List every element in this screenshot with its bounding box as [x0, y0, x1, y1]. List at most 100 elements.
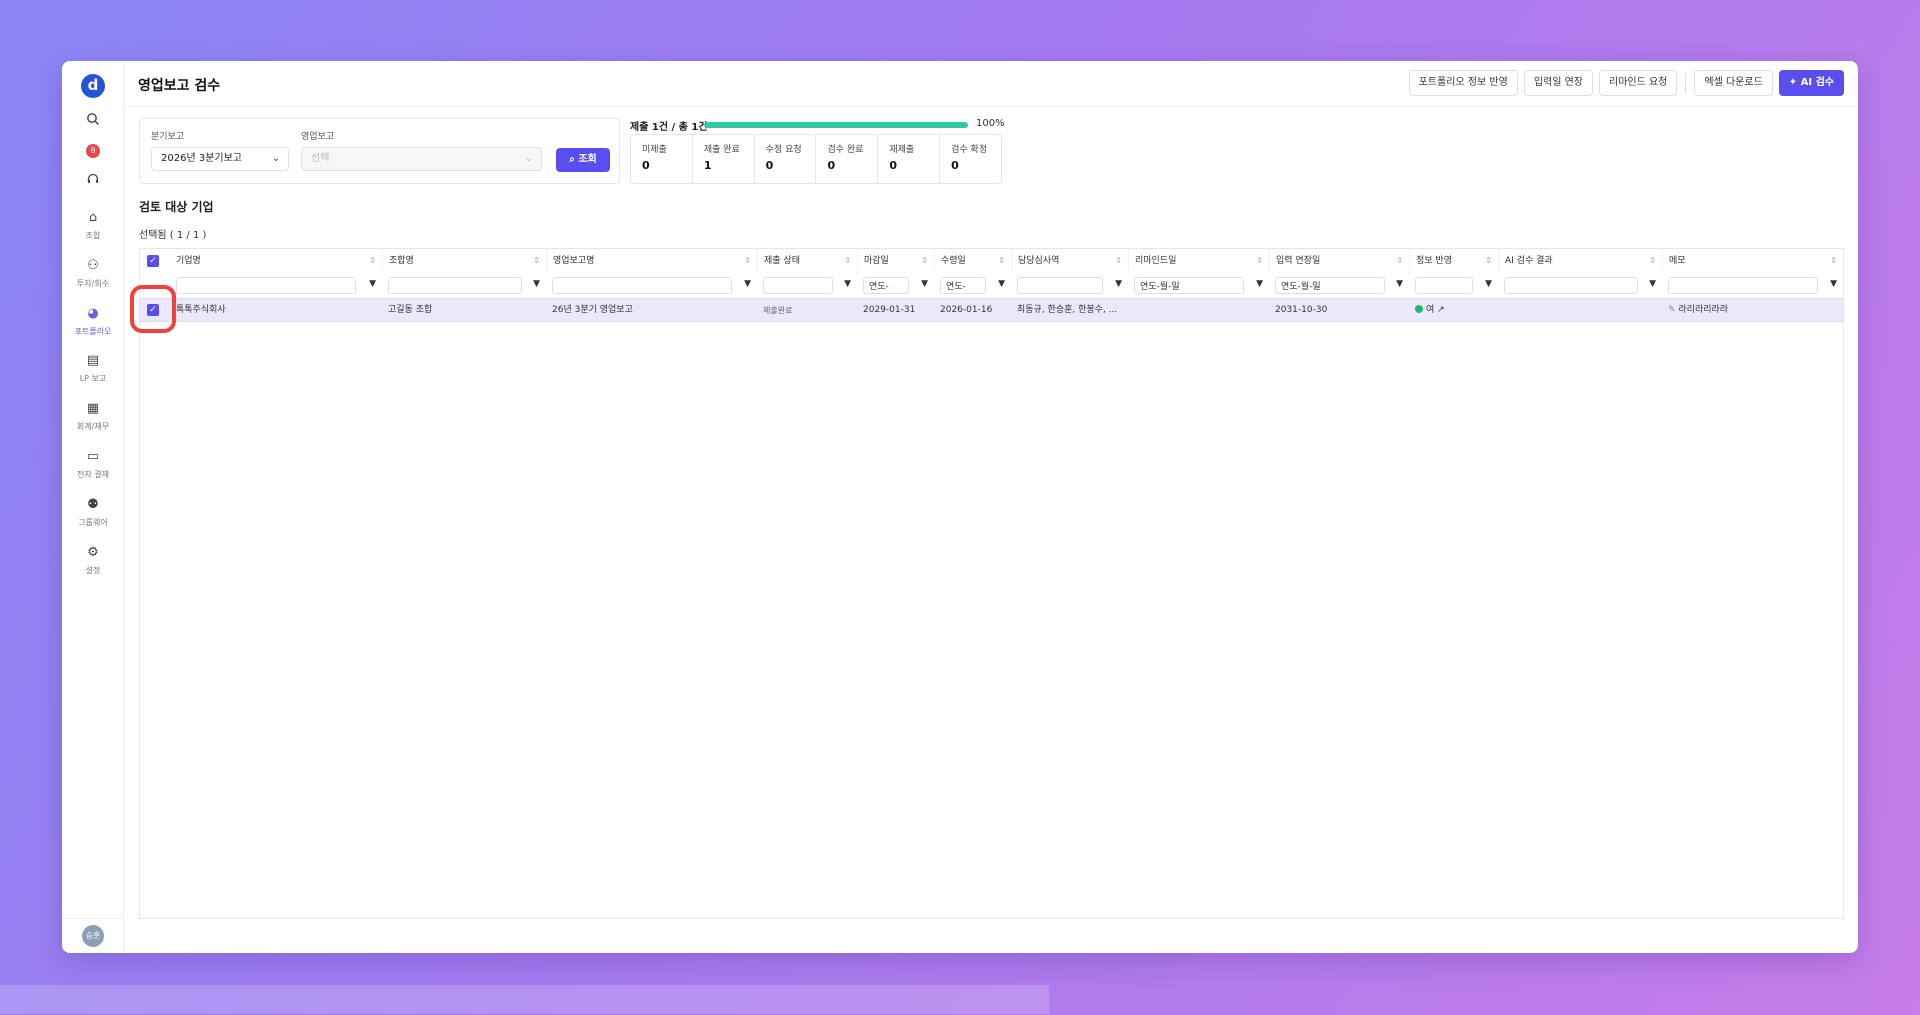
stat-review-confirmed[interactable]: 검수 확정 0 [940, 135, 1001, 183]
filter-report-input[interactable] [552, 277, 732, 294]
sidebar-item-lp-report[interactable]: ▤ LP 보고 [62, 351, 124, 393]
header-deadline[interactable]: 마감일 ⇕ [857, 249, 934, 273]
header-extension-date[interactable]: 입력 연장일 ⇕ [1269, 249, 1409, 273]
pencil-icon[interactable]: ✎ [1668, 305, 1678, 315]
info-sync-value: 여 [1426, 305, 1435, 315]
excel-download-button[interactable]: 엑셀 다운로드 [1694, 70, 1773, 96]
sort-icon[interactable]: ⇕ [1830, 249, 1837, 273]
sort-icon[interactable]: ⇕ [1396, 249, 1403, 273]
stat-submitted[interactable]: 제출 완료 1 [693, 135, 755, 183]
sort-icon[interactable]: ⇕ [1115, 249, 1122, 273]
search-button[interactable]: ⌕ 조회 [556, 148, 610, 172]
header-received[interactable]: 수령일 ⇕ [934, 249, 1011, 273]
sort-icon[interactable]: ⇕ [533, 249, 540, 273]
sort-icon[interactable]: ⇕ [1256, 249, 1263, 273]
search-icon[interactable] [83, 111, 103, 131]
table-row[interactable]: ✓ 톡톡주식회사 고길동 조합 26년 3분기 영업보고 제출완료 2029-0… [140, 298, 1843, 322]
quarter-select[interactable]: 2026년 3분기보고 ⌄ [151, 147, 289, 171]
stat-value: 1 [703, 159, 712, 172]
sort-icon[interactable]: ⇕ [369, 249, 376, 273]
sidebar-item-investment[interactable]: ⚇ 투자/회수 [62, 256, 124, 298]
cell-union[interactable]: 고길동 조합 [382, 299, 546, 321]
stat-revision-requested[interactable]: 수정 요청 0 [755, 135, 817, 183]
filter-union-input[interactable] [388, 277, 522, 294]
sort-icon[interactable]: ⇕ [998, 249, 1005, 273]
filter-icon[interactable]: ▼ [921, 279, 928, 289]
headset-icon[interactable] [83, 171, 103, 191]
filter-icon[interactable]: ▼ [1396, 279, 1403, 289]
sort-icon[interactable]: ⇕ [744, 249, 751, 273]
stat-resubmitted[interactable]: 재제출 0 [878, 135, 941, 183]
cell-deadline[interactable]: 2029-01-31 [857, 299, 934, 321]
filter-icon[interactable]: ▼ [998, 279, 1005, 289]
report-select-placeholder: 선택 [311, 153, 330, 164]
cell-received[interactable]: 2026-01-16 [934, 299, 1011, 321]
filter-icon[interactable]: ▼ [1649, 279, 1656, 289]
cell-remind-date[interactable] [1128, 299, 1269, 321]
report-select[interactable]: 선택 ⌄ [301, 147, 542, 171]
stat-review-complete[interactable]: 검수 완료 0 [816, 135, 879, 183]
filter-icon[interactable]: ▼ [533, 279, 540, 289]
select-all-checkbox[interactable]: ✓ [147, 255, 159, 267]
sidebar-item-portfolio[interactable]: ◕ 포트폴리오 [62, 304, 124, 346]
filter-received-input[interactable] [940, 277, 986, 294]
cell-reviewers[interactable]: 최동규, 한승훈, 한봉수, ... [1011, 299, 1128, 321]
sort-icon[interactable]: ⇕ [844, 249, 851, 273]
notification-badge[interactable]: 8 [86, 144, 100, 158]
header-report[interactable]: 영업보고명 ⇕ [546, 249, 757, 273]
filter-icon[interactable]: ▼ [369, 279, 376, 289]
submission-progress-fill [704, 122, 968, 128]
cell-report[interactable]: 26년 3분기 영업보고 [546, 299, 757, 321]
sort-icon[interactable]: ⇕ [921, 249, 928, 273]
filter-icon[interactable]: ▼ [744, 279, 751, 289]
stat-not-submitted[interactable]: 미제출 0 [631, 135, 693, 183]
filter-remind-date-input[interactable] [1134, 277, 1244, 294]
filter-deadline-input[interactable] [863, 277, 909, 294]
filter-icon[interactable]: ▼ [1256, 279, 1263, 289]
sort-icon[interactable]: ⇕ [1649, 249, 1656, 273]
sort-icon[interactable]: ⇕ [1485, 249, 1492, 273]
header-reviewers[interactable]: 담당심사역 ⇕ [1011, 249, 1128, 273]
avatar[interactable]: 승훈 [82, 925, 104, 947]
header-union[interactable]: 조합명 ⇕ [382, 249, 546, 273]
cell-info-sync[interactable]: 여 ↗ [1409, 299, 1498, 321]
external-link-icon[interactable]: ↗ [1437, 305, 1445, 315]
investment-icon: ⚇ [87, 258, 99, 273]
cell-company[interactable]: 톡톡주식회사 [170, 299, 382, 321]
header-label: 담당심사역 [1018, 256, 1060, 266]
portfolio-sync-button[interactable]: 포트폴리오 정보 반영 [1408, 70, 1518, 96]
filter-icon[interactable]: ▼ [844, 279, 851, 289]
header-remind-date[interactable]: 리마인드일 ⇕ [1128, 249, 1269, 273]
filter-icon[interactable]: ▼ [1830, 279, 1837, 289]
cell-ai-result[interactable] [1498, 299, 1662, 321]
header-status[interactable]: 제출 상태 ⇕ [757, 249, 857, 273]
app-logo[interactable]: d [81, 74, 105, 98]
filter-info-sync-input[interactable] [1415, 277, 1473, 294]
filter-icon[interactable]: ▼ [1485, 279, 1492, 289]
header-memo[interactable]: 메모 ⇕ [1662, 249, 1843, 273]
filter-panel: 분기보고 2026년 3분기보고 ⌄ 영업보고 선택 ⌄ ⌕ 조회 [139, 118, 620, 184]
cell-extension-date[interactable]: 2031-10-30 [1269, 299, 1409, 321]
search-button-label: 조회 [578, 154, 597, 165]
ai-review-button[interactable]: ✦ AI 검수 [1778, 70, 1844, 96]
sidebar-item-label: 전자 결재 [77, 470, 109, 479]
extend-deadline-button[interactable]: 입력일 연장 [1523, 70, 1593, 96]
remind-request-button[interactable]: 리마인드 요청 [1599, 70, 1678, 96]
filter-reviewers-input[interactable] [1017, 277, 1103, 294]
filter-extension-date-input[interactable] [1275, 277, 1385, 294]
filter-ai-result-input[interactable] [1504, 277, 1638, 294]
app-window: d 8 ⌂ 조합 ⚇ 투자/회수 ◕ 포트폴리오 ▤ LP 보고 ▦ 회계/재무 [62, 61, 1858, 953]
sidebar-item-groupware[interactable]: ⚉ 그룹웨어 [62, 495, 124, 537]
filter-status-input[interactable] [763, 277, 833, 294]
sidebar-item-union[interactable]: ⌂ 조합 [62, 208, 124, 250]
sidebar-item-accounting[interactable]: ▦ 회계/재무 [62, 399, 124, 441]
sidebar-item-settings[interactable]: ⚙ 설정 [62, 543, 124, 585]
sidebar-item-e-approval[interactable]: ▭ 전자 결재 [62, 447, 124, 489]
filter-company-input[interactable] [176, 277, 356, 294]
header-company[interactable]: 기업명 ⇕ [170, 249, 382, 273]
cell-memo[interactable]: ✎ 라리라리라라 [1662, 299, 1843, 321]
header-ai-result[interactable]: AI 검수 결과 ⇕ [1498, 249, 1662, 273]
header-info-sync[interactable]: 정보 반영 ⇕ [1409, 249, 1498, 273]
filter-icon[interactable]: ▼ [1115, 279, 1122, 289]
filter-memo-input[interactable] [1668, 277, 1818, 294]
